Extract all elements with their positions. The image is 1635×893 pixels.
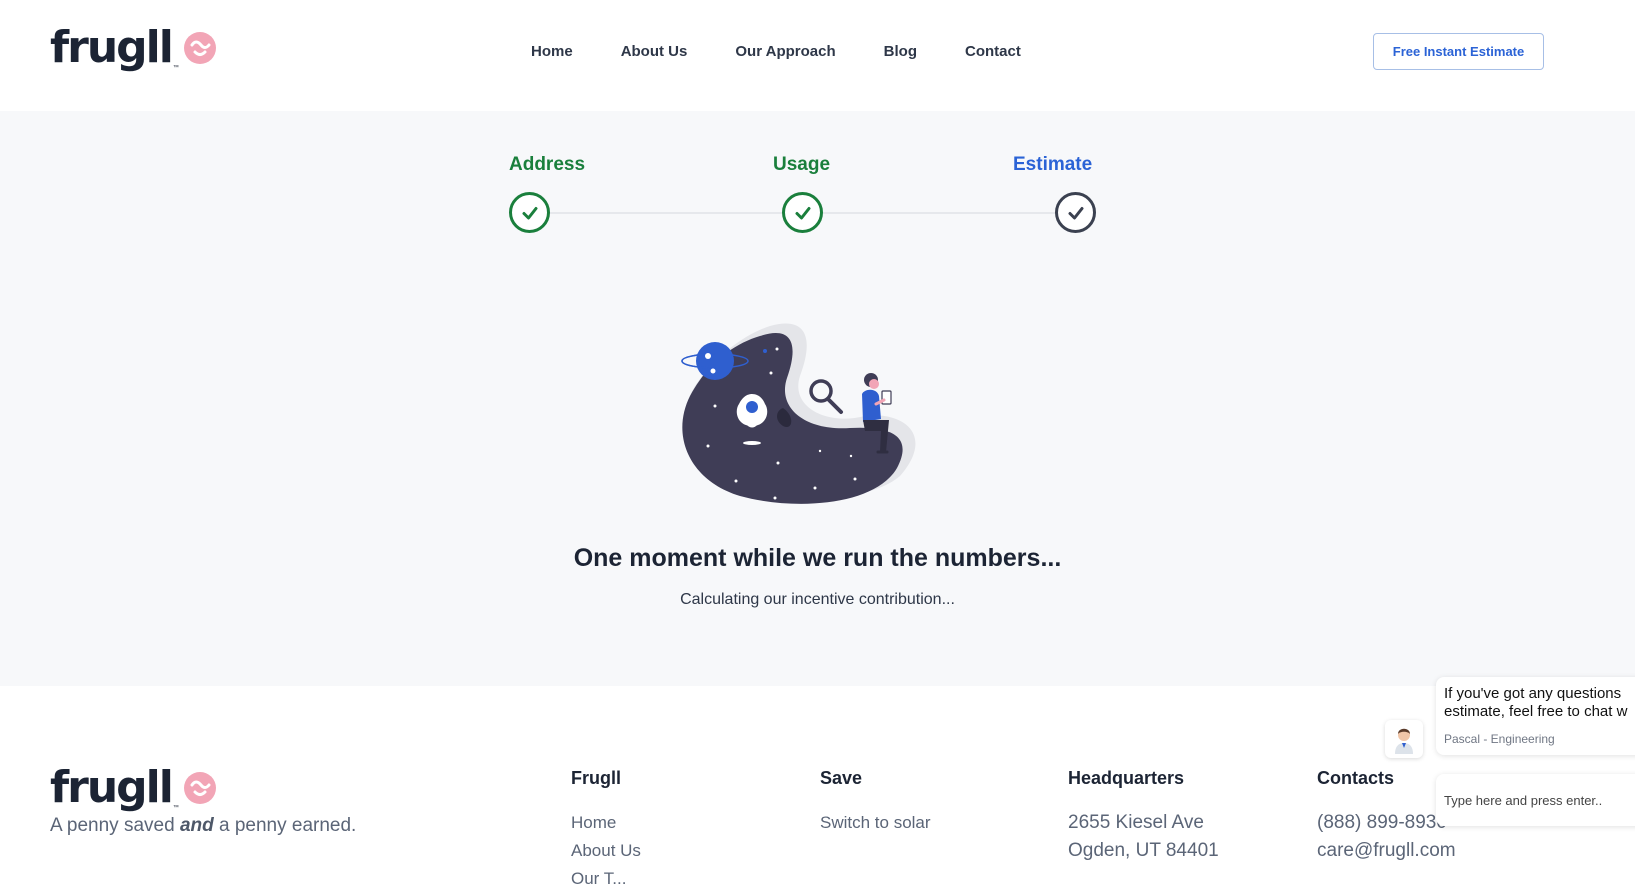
nav-our-approach[interactable]: Our Approach <box>735 40 835 64</box>
chat-message-bubble[interactable]: If you've got any questions estimate, fe… <box>1436 677 1635 755</box>
footer-col-contacts: Contacts (888) 899-8930 care@frugll.com <box>1317 768 1456 865</box>
chat-message-line-1: If you've got any questions <box>1444 685 1622 702</box>
contact-email[interactable]: care@frugll.com <box>1317 837 1456 865</box>
estimate-main: Address Usage Estimate One moment while … <box>0 111 1635 686</box>
header-logo[interactable]: frugll ™ <box>50 22 217 73</box>
footer-col-frugll: Frugll Home About Us Our T... <box>571 768 641 893</box>
footer-link-switch-to-solar[interactable]: Switch to solar <box>820 809 931 837</box>
nav-blog[interactable]: Blog <box>884 40 917 64</box>
logo-wordmark: frugll <box>50 762 174 813</box>
nav-home[interactable]: Home <box>531 40 573 64</box>
check-icon <box>522 206 537 219</box>
footer-tagline: A penny saved and a penny earned. <box>50 815 356 837</box>
chat-message-line-2: estimate, feel free to chat w <box>1444 703 1628 720</box>
check-icon <box>1068 206 1083 219</box>
tagline-before: A penny saved <box>50 815 180 836</box>
loading-subtitle: Calculating our incentive contribution..… <box>680 591 955 608</box>
tagline-emphasis: and <box>179 815 214 836</box>
nav-about-us[interactable]: About Us <box>621 40 688 64</box>
logo-trademark: ™ <box>172 805 179 811</box>
step-label-usage: Usage <box>773 154 831 175</box>
footer-col-save: Save Switch to solar <box>820 768 931 837</box>
searching-location-illustration <box>681 323 916 504</box>
chat-agent-avatar[interactable] <box>1385 720 1423 758</box>
step-address-check <box>509 192 550 233</box>
check-icon <box>795 206 810 219</box>
step-label-estimate: Estimate <box>1013 154 1093 175</box>
chat-message-text: If you've got any questions estimate, fe… <box>1444 685 1627 721</box>
hq-address-line-2: Ogden, UT 84401 <box>1068 840 1219 861</box>
main-nav: Home About Us Our Approach Blog Contact <box>531 40 1069 64</box>
chat-author: Pascal - Engineering <box>1444 732 1555 746</box>
logo-trademark: ™ <box>172 65 179 71</box>
step-estimate-check <box>1055 192 1096 233</box>
chat-message-input[interactable] <box>1436 774 1635 826</box>
site-footer: frugll ™ A penny saved and a penny earne… <box>0 686 1635 888</box>
contact-phone[interactable]: (888) 899-8930 <box>1317 809 1456 837</box>
step-label-address: Address <box>509 154 586 175</box>
piggy-coin-icon <box>183 771 216 804</box>
agent-avatar-icon <box>1395 728 1413 754</box>
step-usage-check <box>782 192 823 233</box>
footer-col-title: Contacts <box>1317 768 1395 788</box>
piggy-coin-icon <box>183 31 216 64</box>
logo-wordmark: frugll <box>50 22 174 73</box>
footer-col-title: Frugll <box>571 768 621 788</box>
footer-logo[interactable]: frugll ™ <box>50 762 217 813</box>
footer-col-title: Save <box>820 768 863 788</box>
loading-title: One moment while we run the numbers... <box>573 544 1062 572</box>
tagline-after: a penny earned. <box>213 815 357 836</box>
free-instant-estimate-button[interactable]: Free Instant Estimate <box>1373 33 1544 70</box>
hq-address-line-1: 2655 Kiesel Ave <box>1068 812 1204 833</box>
footer-col-title: Headquarters <box>1068 768 1185 788</box>
site-header: frugll ™ Home About Us Our Approach Blog… <box>0 0 1635 111</box>
footer-link-our-team[interactable]: Our T... <box>571 865 641 893</box>
footer-link-about-us[interactable]: About Us <box>571 837 641 865</box>
nav-contact[interactable]: Contact <box>965 40 1021 64</box>
progress-stepper: Address Usage Estimate <box>0 111 1635 241</box>
footer-link-home[interactable]: Home <box>571 809 641 837</box>
footer-col-headquarters: Headquarters 2655 Kiesel Ave Ogden, UT 8… <box>1068 768 1219 865</box>
